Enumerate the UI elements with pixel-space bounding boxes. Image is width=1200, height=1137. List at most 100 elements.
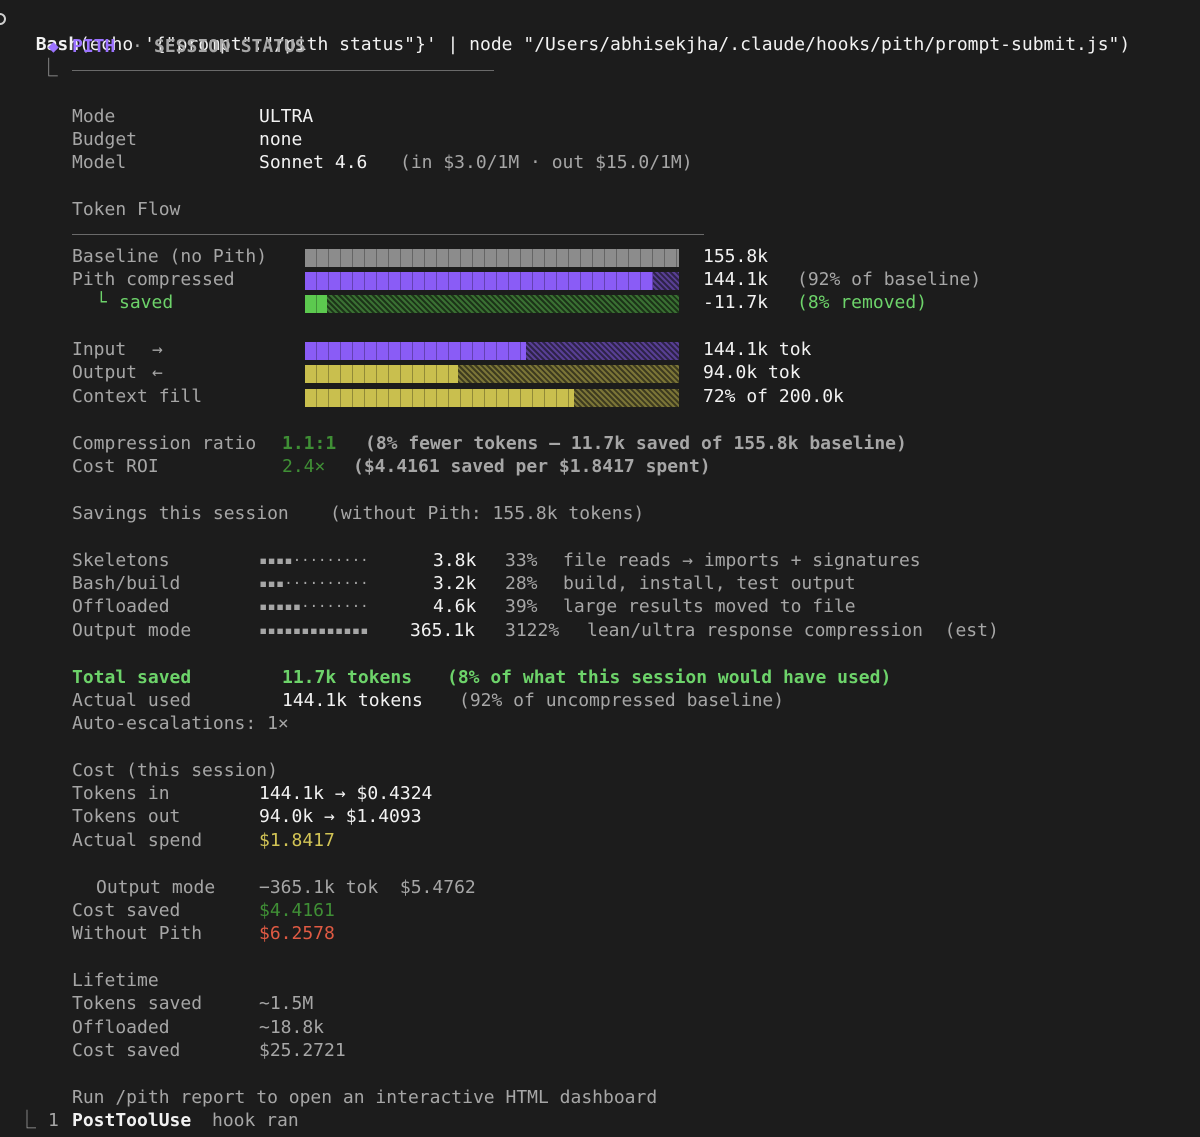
report-hint: Run /pith report to open an interactive … (72, 1087, 658, 1108)
lifetime-heading: Lifetime (72, 970, 159, 991)
tokens-out-label: Tokens out (72, 806, 181, 827)
savings-row-pct: 33% (505, 550, 538, 571)
savings-row-bar: ▪▪▪▪▪········ (259, 599, 369, 615)
context-value: 72% of 200.0k (703, 386, 844, 407)
savings-row-value: 3.2k (433, 573, 477, 594)
hook-suffix: hook ran (212, 1110, 299, 1131)
mode-value: ULTRA (259, 106, 314, 127)
baseline-label: Baseline (no Pith) (72, 246, 268, 267)
baseline-value: 155.8k (703, 246, 769, 267)
hook-name: PostToolUse (72, 1110, 192, 1131)
lifetime-tokens-value: ~1.5M (259, 993, 314, 1014)
saved-label: saved (119, 292, 174, 313)
input-arrow-icon: → (152, 339, 163, 360)
command-line: Bash(echo '{"prompt":"/pith status"}' | … (14, 12, 1131, 55)
tree-branch-icon: ⎿ (18, 1110, 36, 1131)
input-value: 144.1k tok (703, 339, 812, 360)
cost-roi-note: ($4.4161 saved per $1.8417 spent) (353, 456, 711, 477)
savings-row-value: 4.6k (433, 596, 477, 617)
input-label: Input (72, 339, 127, 360)
cost-roi-value: 2.4× (282, 456, 326, 477)
model-pricing: (in $3.0/1M · out $15.0/1M) (400, 152, 693, 173)
output-bar (305, 365, 679, 383)
savings-row-desc: build, install, test output (563, 573, 856, 594)
compression-ratio-value: 1.1:1 (282, 433, 337, 454)
without-pith-label: Without Pith (72, 923, 203, 944)
savings-heading-note: (without Pith: 155.8k tokens) (330, 503, 645, 524)
tree-branch-icon: ⎿ (39, 58, 58, 79)
savings-row-pct: 3122% (505, 620, 560, 641)
savings-row-label: Bash/build (72, 573, 181, 594)
savings-row-bar: ▪▪▪▪▪▪▪▪▪▪▪▪▪ (259, 623, 369, 639)
hook-count: 1 (48, 1110, 59, 1131)
input-bar (305, 342, 679, 360)
savings-row-label: Offloaded (72, 596, 170, 617)
total-saved-note: (8% of what this session would have used… (447, 667, 892, 688)
savings-heading: Savings this session (72, 503, 289, 524)
total-saved-value: 11.7k tokens (282, 667, 413, 688)
context-label: Context fill (72, 386, 203, 407)
token-flow-heading: Token Flow (72, 199, 181, 220)
savings-row-desc: file reads → imports + signatures (563, 550, 921, 571)
savings-row-value: 365.1k (410, 620, 476, 641)
tokens-in-value: 144.1k → $0.4324 (259, 783, 433, 804)
output-arrow-icon: ← (152, 362, 163, 383)
model-value: Sonnet 4.6 (259, 152, 368, 173)
cost-saved-label: Cost saved (72, 900, 181, 921)
saved-note: (8% removed) (797, 292, 928, 313)
lifetime-cost-value: $25.2721 (259, 1040, 346, 1061)
cost-heading: Cost (this session) (72, 760, 278, 781)
actual-used-label: Actual used (72, 690, 192, 711)
tokens-out-value: 94.0k → $1.4093 (259, 806, 422, 827)
saved-bar (305, 295, 679, 313)
token-flow-divider (72, 234, 704, 235)
savings-row-pct: 28% (505, 573, 538, 594)
compression-ratio-label: Compression ratio (72, 433, 257, 454)
compressed-bar (305, 272, 679, 290)
model-label: Model (72, 152, 127, 173)
title-divider (72, 70, 494, 71)
actual-used-note: (92% of uncompressed baseline) (459, 690, 785, 711)
savings-row-label: Output mode (72, 620, 192, 641)
cost-saved-value: $4.4161 (259, 900, 335, 921)
output-mode-value: −365.1k tok $5.4762 (259, 877, 476, 898)
lifetime-cost-label: Cost saved (72, 1040, 181, 1061)
cost-roi-label: Cost ROI (72, 456, 159, 477)
output-value: 94.0k tok (703, 362, 801, 383)
without-pith-value: $6.2578 (259, 923, 335, 944)
baseline-bar (305, 249, 679, 267)
lifetime-offloaded-label: Offloaded (72, 1017, 170, 1038)
savings-row-desc: large results moved to file (563, 596, 856, 617)
actual-used-value: 144.1k tokens (282, 690, 423, 711)
lifetime-offloaded-value: ~18.8k (259, 1017, 325, 1038)
savings-row-value: 3.8k (433, 550, 477, 571)
page-title: SESSION STATUS (154, 36, 306, 57)
title-separator: · (132, 36, 143, 57)
output-mode-label: Output mode (96, 877, 216, 898)
mode-label: Mode (72, 106, 116, 127)
total-saved-label: Total saved (72, 667, 192, 688)
lifetime-tokens-label: Tokens saved (72, 993, 203, 1014)
budget-value: none (259, 129, 303, 150)
compressed-note: (92% of baseline) (797, 269, 982, 290)
savings-row-label: Skeletons (72, 550, 170, 571)
saved-value: -11.7k (703, 292, 769, 313)
context-bar (305, 389, 679, 407)
diamond-icon: ◆ (48, 36, 59, 57)
compressed-value: 144.1k (703, 269, 769, 290)
tokens-in-label: Tokens in (72, 783, 170, 804)
savings-row-pct: 39% (505, 596, 538, 617)
actual-spend-label: Actual spend (72, 830, 203, 851)
brand-label: PITH (72, 36, 116, 57)
auto-escalations: Auto-escalations: 1× (72, 713, 289, 734)
budget-label: Budget (72, 129, 138, 150)
savings-row-bar: ▪▪▪·········· (259, 576, 369, 592)
savings-row-bar: ▪▪▪▪········· (259, 553, 369, 569)
status-dot-icon (0, 13, 6, 25)
savings-row-desc: lean/ultra response compression (est) (587, 620, 999, 641)
compression-ratio-note: (8% fewer tokens — 11.7k saved of 155.8k… (365, 433, 907, 454)
saved-branch-icon: └ (96, 292, 107, 313)
output-label: Output (72, 362, 138, 383)
compressed-label: Pith compressed (72, 269, 235, 290)
actual-spend-value: $1.8417 (259, 830, 335, 851)
